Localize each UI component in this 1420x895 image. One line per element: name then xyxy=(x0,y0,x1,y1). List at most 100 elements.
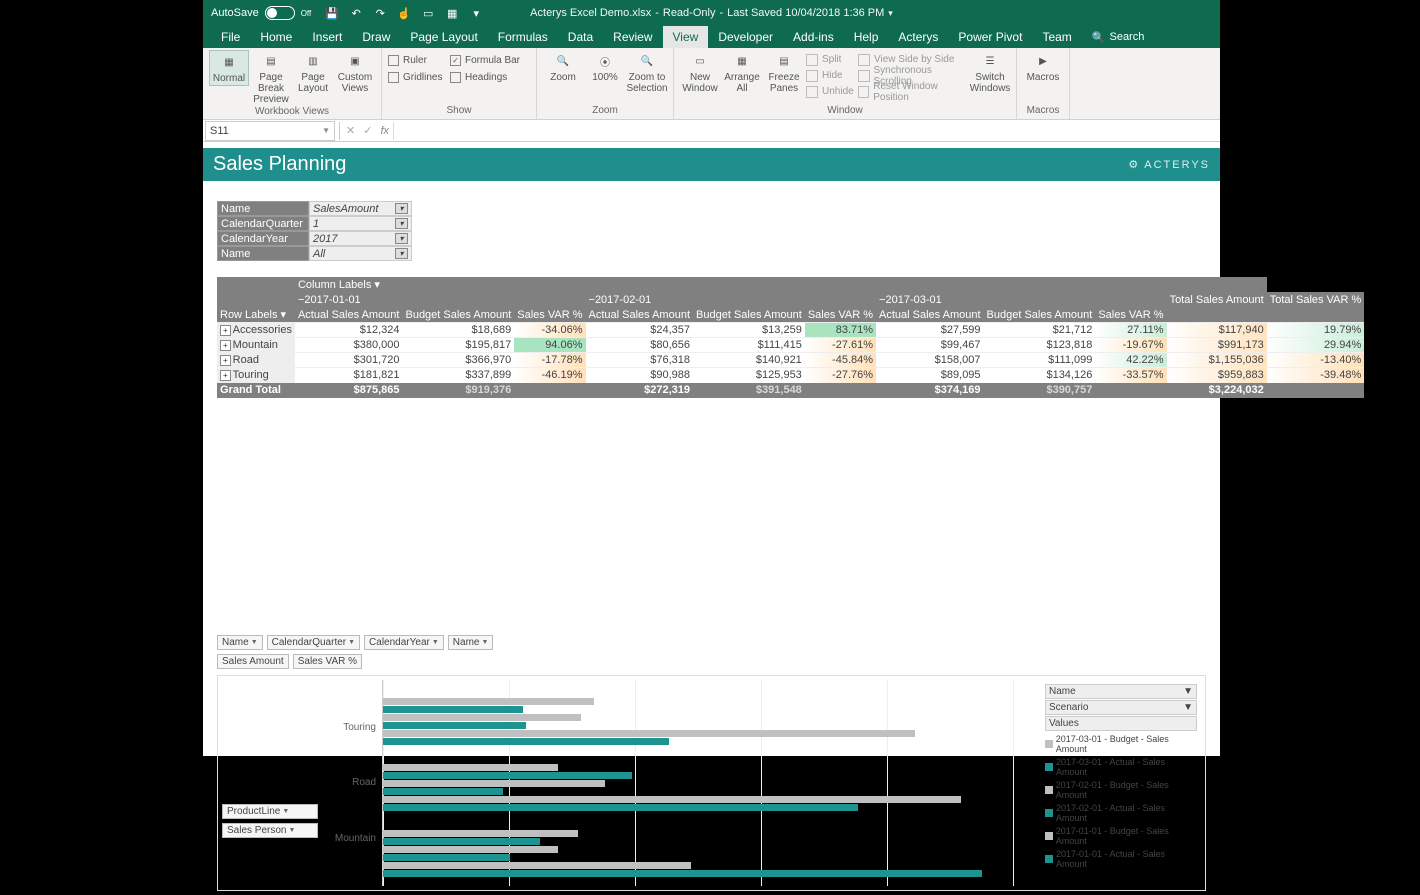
quick-access-toolbar: 💾 ↶ ↷ ☝ ▭ ▦ ▾ xyxy=(325,6,483,20)
zoom-selection-button[interactable]: 🔍Zoom to Selection xyxy=(627,50,667,95)
unhide-button[interactable]: Unhide xyxy=(806,84,856,99)
report-filters: NameSalesAmount▾ CalendarQuarter1▾ Calen… xyxy=(217,201,412,261)
gridlines-checkbox[interactable]: Gridlines xyxy=(388,69,448,85)
tab-data[interactable]: Data xyxy=(558,26,603,48)
filter-icon[interactable]: ▾ xyxy=(395,203,408,214)
chart-category-label: Touring xyxy=(222,700,382,755)
tab-home[interactable]: Home xyxy=(250,26,302,48)
filter-icon[interactable]: ▾ xyxy=(395,233,408,244)
legend-item[interactable]: 2017-03-01 - Budget - Sales Amount xyxy=(1045,734,1197,754)
tab-review[interactable]: Review xyxy=(603,26,662,48)
macros-button[interactable]: ▶Macros xyxy=(1023,50,1063,84)
tab-insert[interactable]: Insert xyxy=(302,26,352,48)
acterys-logo: ⚙ACTERYS xyxy=(1128,158,1210,171)
zoom-button[interactable]: 🔍Zoom xyxy=(543,50,583,84)
formula-bar-checkbox[interactable]: ✓Formula Bar xyxy=(450,52,530,68)
chart-filter-year[interactable]: CalendarYear▼ xyxy=(364,635,444,650)
legend-item[interactable]: 2017-03-01 - Actual - Sales Amount xyxy=(1045,757,1197,777)
formula-input[interactable] xyxy=(393,122,1220,140)
legend-item[interactable]: 2017-02-01 - Budget - Sales Amount xyxy=(1045,780,1197,800)
title-bar: AutoSave Off 💾 ↶ ↷ ☝ ▭ ▦ ▾ Acterys Excel… xyxy=(203,0,1220,26)
tab-draw[interactable]: Draw xyxy=(352,26,400,48)
chart-filter-quarter[interactable]: CalendarQuarter▼ xyxy=(267,635,360,650)
legend-header-values[interactable]: Values xyxy=(1045,716,1197,731)
touch-icon[interactable]: ☝ xyxy=(397,6,411,20)
reset-position-button[interactable]: Reset Window Position xyxy=(858,84,968,99)
qat-more-icon[interactable]: ▾ xyxy=(469,6,483,20)
tab-addins[interactable]: Add-ins xyxy=(783,26,844,48)
page-title: Sales Planning xyxy=(213,153,346,176)
tab-page-layout[interactable]: Page Layout xyxy=(400,26,487,48)
table-row: +Mountain $380,000$195,81794.06% $80,656… xyxy=(217,338,1364,353)
chevron-down-icon[interactable]: ▼ xyxy=(322,126,330,135)
chart-value-salesamount[interactable]: Sales Amount xyxy=(217,654,289,669)
chart-value-salesvar[interactable]: Sales VAR % xyxy=(293,654,362,669)
autosave-pill[interactable] xyxy=(265,6,295,20)
headings-checkbox[interactable]: Headings xyxy=(450,69,530,85)
name-box[interactable]: S11▼ xyxy=(205,121,335,141)
tab-team[interactable]: Team xyxy=(1032,26,1081,48)
ribbon: ▦Normal ▤Page Break Preview ▥Page Layout… xyxy=(203,48,1220,120)
undo-icon[interactable]: ↶ xyxy=(349,6,363,20)
normal-view-button[interactable]: ▦Normal xyxy=(209,50,249,86)
title-dropdown-icon[interactable]: ▾ xyxy=(888,8,893,19)
chart-axis-productline[interactable]: ProductLine▼ xyxy=(222,804,318,819)
tab-acterys[interactable]: Acterys xyxy=(888,26,948,48)
legend-item[interactable]: 2017-02-01 - Actual - Sales Amount xyxy=(1045,803,1197,823)
arrange-all-button[interactable]: ▦Arrange All xyxy=(722,50,762,95)
custom-views-button[interactable]: ▣Custom Views xyxy=(335,50,375,95)
enter-icon[interactable]: ✓ xyxy=(363,124,372,137)
legend-item[interactable]: 2017-01-01 - Budget - Sales Amount xyxy=(1045,826,1197,846)
autosave-toggle[interactable]: AutoSave Off xyxy=(211,6,311,20)
save-icon[interactable]: 💾 xyxy=(325,6,339,20)
pivot-table[interactable]: Column Labels ▾ −2017-01-01 −2017-02-01 … xyxy=(217,277,1220,398)
expand-icon[interactable]: + xyxy=(220,370,231,381)
split-button[interactable]: Split xyxy=(806,52,856,67)
tab-file[interactable]: File xyxy=(211,26,250,48)
fx-icon[interactable]: fx xyxy=(376,125,393,137)
switch-windows-button[interactable]: ☰Switch Windows xyxy=(970,50,1010,95)
ruler-checkbox[interactable]: Ruler xyxy=(388,52,448,68)
redo-icon[interactable]: ↷ xyxy=(373,6,387,20)
expand-icon[interactable]: + xyxy=(220,325,231,336)
search-icon: 🔍 xyxy=(1092,31,1106,44)
filter-icon[interactable]: ▾ xyxy=(374,278,380,291)
legend-header-scenario[interactable]: Scenario▼ xyxy=(1045,700,1197,715)
tab-formulas[interactable]: Formulas xyxy=(488,26,558,48)
zoom-100-button[interactable]: ⦿100% xyxy=(585,50,625,84)
table-row: +Touring $181,821$337,899-46.19% $90,988… xyxy=(217,368,1364,383)
filter-icon[interactable]: ▾ xyxy=(281,308,287,321)
tab-view[interactable]: View xyxy=(663,26,709,48)
cancel-icon[interactable]: ✕ xyxy=(346,124,355,137)
legend-item[interactable]: 2017-01-01 - Actual - Sales Amount xyxy=(1045,849,1197,869)
chart-axis-salesperson[interactable]: Sales Person▼ xyxy=(222,823,318,838)
page-layout-button[interactable]: ▥Page Layout xyxy=(293,50,333,95)
hide-button[interactable]: Hide xyxy=(806,68,856,83)
group-show: Ruler Gridlines ✓Formula Bar Headings Sh… xyxy=(382,48,537,119)
freeze-panes-button[interactable]: ▤Freeze Panes xyxy=(764,50,804,95)
group-macros: ▶Macros Macros xyxy=(1017,48,1070,119)
new-window-button[interactable]: ▭New Window xyxy=(680,50,720,95)
filter-icon[interactable]: ▾ xyxy=(395,218,408,229)
new-icon[interactable]: ▭ xyxy=(421,6,435,20)
ribbon-tabs: File Home Insert Draw Page Layout Formul… xyxy=(203,26,1220,48)
expand-icon[interactable]: + xyxy=(220,355,231,366)
expand-icon[interactable]: + xyxy=(220,340,231,351)
filter-name2[interactable]: All▾ xyxy=(309,246,412,261)
tab-powerpivot[interactable]: Power Pivot xyxy=(948,26,1032,48)
tab-help[interactable]: Help xyxy=(844,26,889,48)
filter-quarter[interactable]: 1▾ xyxy=(309,216,412,231)
filter-year[interactable]: 2017▾ xyxy=(309,231,412,246)
filter-name[interactable]: SalesAmount▾ xyxy=(309,201,412,216)
pivot-chart[interactable]: Name▼ CalendarQuarter▼ CalendarYear▼ Nam… xyxy=(217,635,1206,895)
page-title-banner: Sales Planning ⚙ACTERYS xyxy=(203,148,1220,181)
chart-category-label: Road xyxy=(222,755,382,810)
tab-developer[interactable]: Developer xyxy=(708,26,783,48)
chart-filter-name[interactable]: Name▼ xyxy=(217,635,263,650)
tell-me-search[interactable]: 🔍 Search xyxy=(1082,26,1155,48)
form-icon[interactable]: ▦ xyxy=(445,6,459,20)
filter-icon[interactable]: ▾ xyxy=(395,248,408,259)
page-break-preview-button[interactable]: ▤Page Break Preview xyxy=(251,50,291,106)
legend-header-name[interactable]: Name▼ xyxy=(1045,684,1197,699)
chart-filter-name2[interactable]: Name▼ xyxy=(448,635,494,650)
